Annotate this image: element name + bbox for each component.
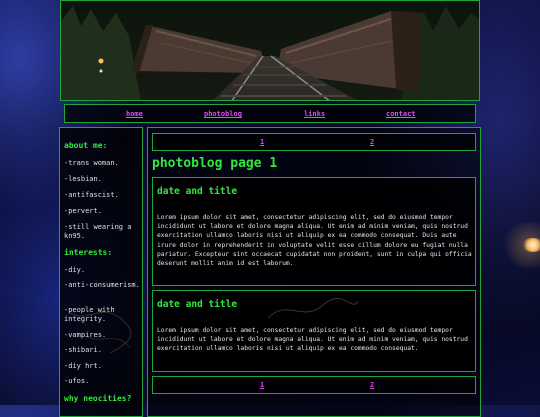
interest-item: -diy.	[64, 266, 86, 274]
post-body: Lorem ipsum dolor sit amet, consectetur …	[157, 327, 468, 353]
pagination-top: 1 2	[152, 133, 476, 151]
post-body: Lorem ipsum dolor sit amet, consectetur …	[157, 214, 472, 268]
nav-link-home[interactable]: home	[126, 110, 143, 118]
sidebar: about me: -trans woman. -lesbian. -antif…	[59, 127, 143, 417]
page-link-1[interactable]: 1	[260, 381, 264, 389]
interest-item: -diy hrt.	[64, 362, 102, 370]
about-item: -lesbian.	[64, 175, 102, 183]
interest-item: -vampires.	[64, 331, 107, 339]
nav-link-contact[interactable]: contact	[386, 110, 416, 118]
interest-item: -ufos.	[64, 377, 90, 385]
background-lamp	[522, 238, 540, 252]
top-nav-bar: home photoblog links contact	[64, 104, 476, 123]
page-link-2[interactable]: 2	[370, 381, 374, 389]
post-title: date and title	[157, 299, 238, 310]
about-item: -pervert.	[64, 207, 102, 215]
about-item: -antifascist.	[64, 191, 119, 199]
page-link-2[interactable]: 2	[370, 138, 374, 146]
main-content: 1 2 photoblog page 1 date and title Lore…	[147, 127, 481, 417]
header-banner-image	[60, 0, 480, 101]
about-item: -trans woman.	[64, 159, 119, 167]
blog-post: date and title Lorem ipsum dolor sit ame…	[152, 177, 476, 286]
blog-post: date and title Lorem ipsum dolor sit ame…	[152, 290, 476, 372]
about-heading: about me:	[64, 141, 108, 150]
page-link-1[interactable]: 1	[260, 138, 264, 146]
interest-item: -anti-consumerism.	[64, 281, 140, 289]
why-neocities-heading: why neocities?	[64, 394, 132, 403]
about-item: -still wearing a kn95.	[64, 223, 132, 240]
pagination-bottom: 1 2	[152, 376, 476, 394]
nav-link-links[interactable]: links	[304, 110, 325, 118]
interests-heading: interests:	[64, 248, 113, 257]
nav-link-photoblog[interactable]: photoblog	[204, 110, 242, 118]
interest-item: -people with integrity.	[64, 306, 115, 323]
page-title: photoblog page 1	[152, 156, 278, 171]
post-title: date and title	[157, 186, 238, 197]
interest-item: -shibari.	[64, 346, 102, 354]
